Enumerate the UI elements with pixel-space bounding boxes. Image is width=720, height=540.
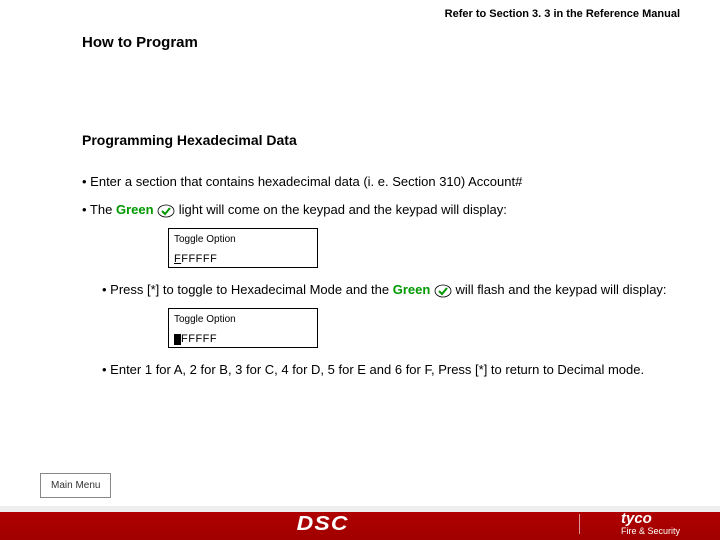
cursor-icon xyxy=(174,334,181,345)
page-title: How to Program xyxy=(82,34,198,51)
tyco-subtitle: Fire & Security xyxy=(621,526,680,536)
lcd-display-1: Toggle Option FFFFFF xyxy=(168,228,318,268)
text-fragment: light will come on the keypad and the ke… xyxy=(175,202,507,217)
lcd-line: Toggle Option xyxy=(174,312,312,328)
text-fragment: • The xyxy=(82,202,116,217)
bullet-press-star: • Press [*] to toggle to Hexadecimal Mod… xyxy=(102,280,680,300)
content-body: • Enter a section that contains hexadeci… xyxy=(82,168,680,389)
bullet-enter-section: • Enter a section that contains hexadeci… xyxy=(82,172,680,192)
bullet-enter-digits: • Enter 1 for A, 2 for B, 3 for C, 4 for… xyxy=(102,360,680,380)
green-label: Green xyxy=(116,202,154,217)
checkmark-icon xyxy=(434,284,452,298)
checkmark-icon xyxy=(157,204,175,218)
tyco-logo: tyco Fire & Security xyxy=(621,512,680,536)
divider xyxy=(579,514,580,534)
text-fragment: FFFFF xyxy=(181,333,217,345)
main-menu-button[interactable]: Main Menu xyxy=(40,473,111,498)
reference-note: Refer to Section 3. 3 in the Reference M… xyxy=(445,8,680,20)
lcd-line: Toggle Option xyxy=(174,232,312,248)
dsc-logo: DSC xyxy=(300,513,345,536)
lcd-line: FFFFF xyxy=(174,331,312,348)
section-heading: Programming Hexadecimal Data xyxy=(82,132,297,148)
text-fragment: will flash and the keypad will display: xyxy=(452,282,667,297)
text-fragment: • Press [*] to toggle to Hexadecimal Mod… xyxy=(102,282,393,297)
footer-bar: DSC tyco Fire & Security xyxy=(0,506,720,540)
lcd-line: FFFFFF xyxy=(174,251,312,268)
bullet-green-light: • The Green light will come on the keypa… xyxy=(82,200,680,220)
green-label: Green xyxy=(393,282,431,297)
lcd-display-2: Toggle Option FFFFF xyxy=(168,308,318,348)
tyco-brand: tyco xyxy=(621,512,680,526)
